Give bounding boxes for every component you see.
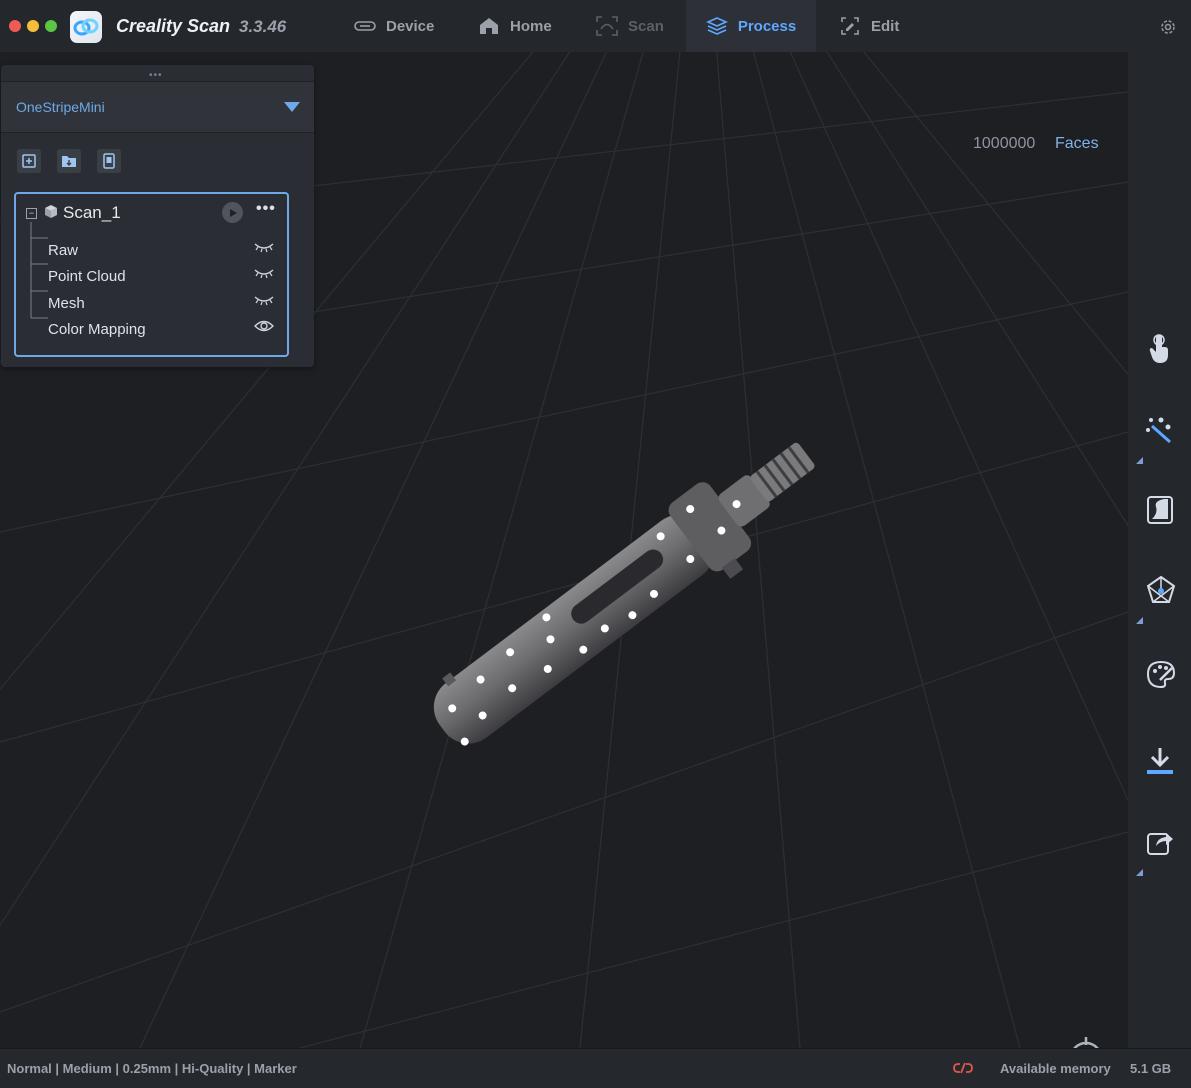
status-bar: Normal | Medium | 0.25mm | Hi-Quality | …	[0, 1048, 1191, 1088]
tab-scan[interactable]: Scan	[596, 0, 664, 52]
faces-label: Faces	[1055, 135, 1099, 152]
device-file-icon	[103, 153, 115, 169]
tab-device-label: Device	[386, 17, 435, 35]
eye-closed-icon[interactable]	[254, 241, 274, 253]
home-icon	[480, 18, 498, 34]
texture-palette-icon[interactable]	[1146, 660, 1176, 688]
project-panel: ••• OneStripeMini − Scan_1 ••• Raw Point…	[1, 65, 314, 367]
fill-holes-icon[interactable]	[1146, 495, 1174, 525]
cube-icon	[45, 205, 57, 218]
scan-icon	[596, 16, 618, 36]
tab-edit[interactable]: Edit	[839, 0, 899, 52]
play-button[interactable]	[222, 202, 243, 223]
tab-edit-label: Edit	[871, 17, 900, 35]
layers-icon	[705, 17, 728, 35]
tree-item-point-cloud[interactable]: Point Cloud	[48, 268, 126, 285]
zoom-window-button[interactable]	[45, 20, 57, 32]
scanned-model[interactable]	[355, 432, 865, 792]
device-dropdown-value: OneStripeMini	[16, 99, 105, 115]
hand-select-icon[interactable]	[1146, 334, 1174, 366]
tree-item-color-mapping[interactable]: Color Mapping	[48, 321, 146, 338]
new-project-icon	[22, 154, 36, 168]
scan-name: Scan_1	[63, 203, 121, 222]
tree-item-raw[interactable]: Raw	[48, 242, 78, 259]
tab-home[interactable]: Home	[478, 0, 552, 52]
close-window-button[interactable]	[9, 20, 21, 32]
settings-gear-icon[interactable]	[1159, 18, 1177, 36]
tree-item-mesh[interactable]: Mesh	[48, 295, 85, 312]
magic-wand-icon[interactable]	[1146, 416, 1174, 444]
more-options-button[interactable]: •••	[256, 200, 276, 218]
scan-card[interactable]: − Scan_1 ••• Raw Point Cloud Mesh Color …	[14, 192, 289, 357]
download-icon[interactable]	[1146, 746, 1174, 776]
device-dropdown[interactable]: OneStripeMini	[1, 81, 314, 133]
edit-icon	[841, 17, 859, 35]
submenu-indicator	[1136, 617, 1143, 624]
right-toolbar	[1128, 52, 1191, 1048]
device-icon	[354, 21, 376, 31]
title-bar: Creality Scan 3.3.46 Device Home Scan Pr…	[0, 0, 1191, 53]
memory-value: 5.1 GB	[1130, 1061, 1172, 1076]
tab-device[interactable]: Device	[354, 0, 434, 52]
tab-process-label: Process	[737, 17, 797, 35]
tab-process[interactable]: Process	[686, 0, 816, 52]
panel-drag-handle[interactable]: •••	[149, 70, 163, 81]
play-icon	[229, 208, 237, 217]
tree-connector-lines	[30, 222, 48, 319]
device-file-button[interactable]	[97, 149, 121, 173]
app-logo-icon	[70, 11, 102, 43]
scan-settings-summary: Normal | Medium | 0.25mm | Hi-Quality | …	[7, 1061, 297, 1076]
faces-count: 1000000	[973, 135, 1036, 152]
new-project-button[interactable]	[17, 149, 41, 173]
minimize-window-button[interactable]	[27, 20, 39, 32]
open-folder-icon	[62, 156, 76, 167]
memory-label: Available memory	[1000, 1061, 1111, 1076]
eye-closed-icon[interactable]	[254, 294, 274, 306]
app-version: 3.3.46	[239, 17, 287, 36]
link-broken-icon	[953, 1062, 973, 1074]
eye-closed-icon[interactable]	[254, 267, 274, 279]
open-folder-button[interactable]	[57, 149, 81, 173]
app-title: Creality Scan	[116, 16, 231, 36]
mesh-network-icon[interactable]	[1146, 575, 1176, 605]
submenu-indicator	[1136, 869, 1143, 876]
eye-open-icon[interactable]	[254, 319, 274, 333]
chevron-down-icon	[284, 102, 300, 112]
locate-crosshair-icon[interactable]	[1063, 1035, 1109, 1048]
share-export-icon[interactable]	[1146, 828, 1174, 856]
tab-scan-label: Scan	[628, 17, 664, 35]
tab-home-label: Home	[510, 17, 552, 35]
collapse-toggle[interactable]: −	[26, 208, 37, 219]
submenu-indicator	[1136, 457, 1143, 464]
